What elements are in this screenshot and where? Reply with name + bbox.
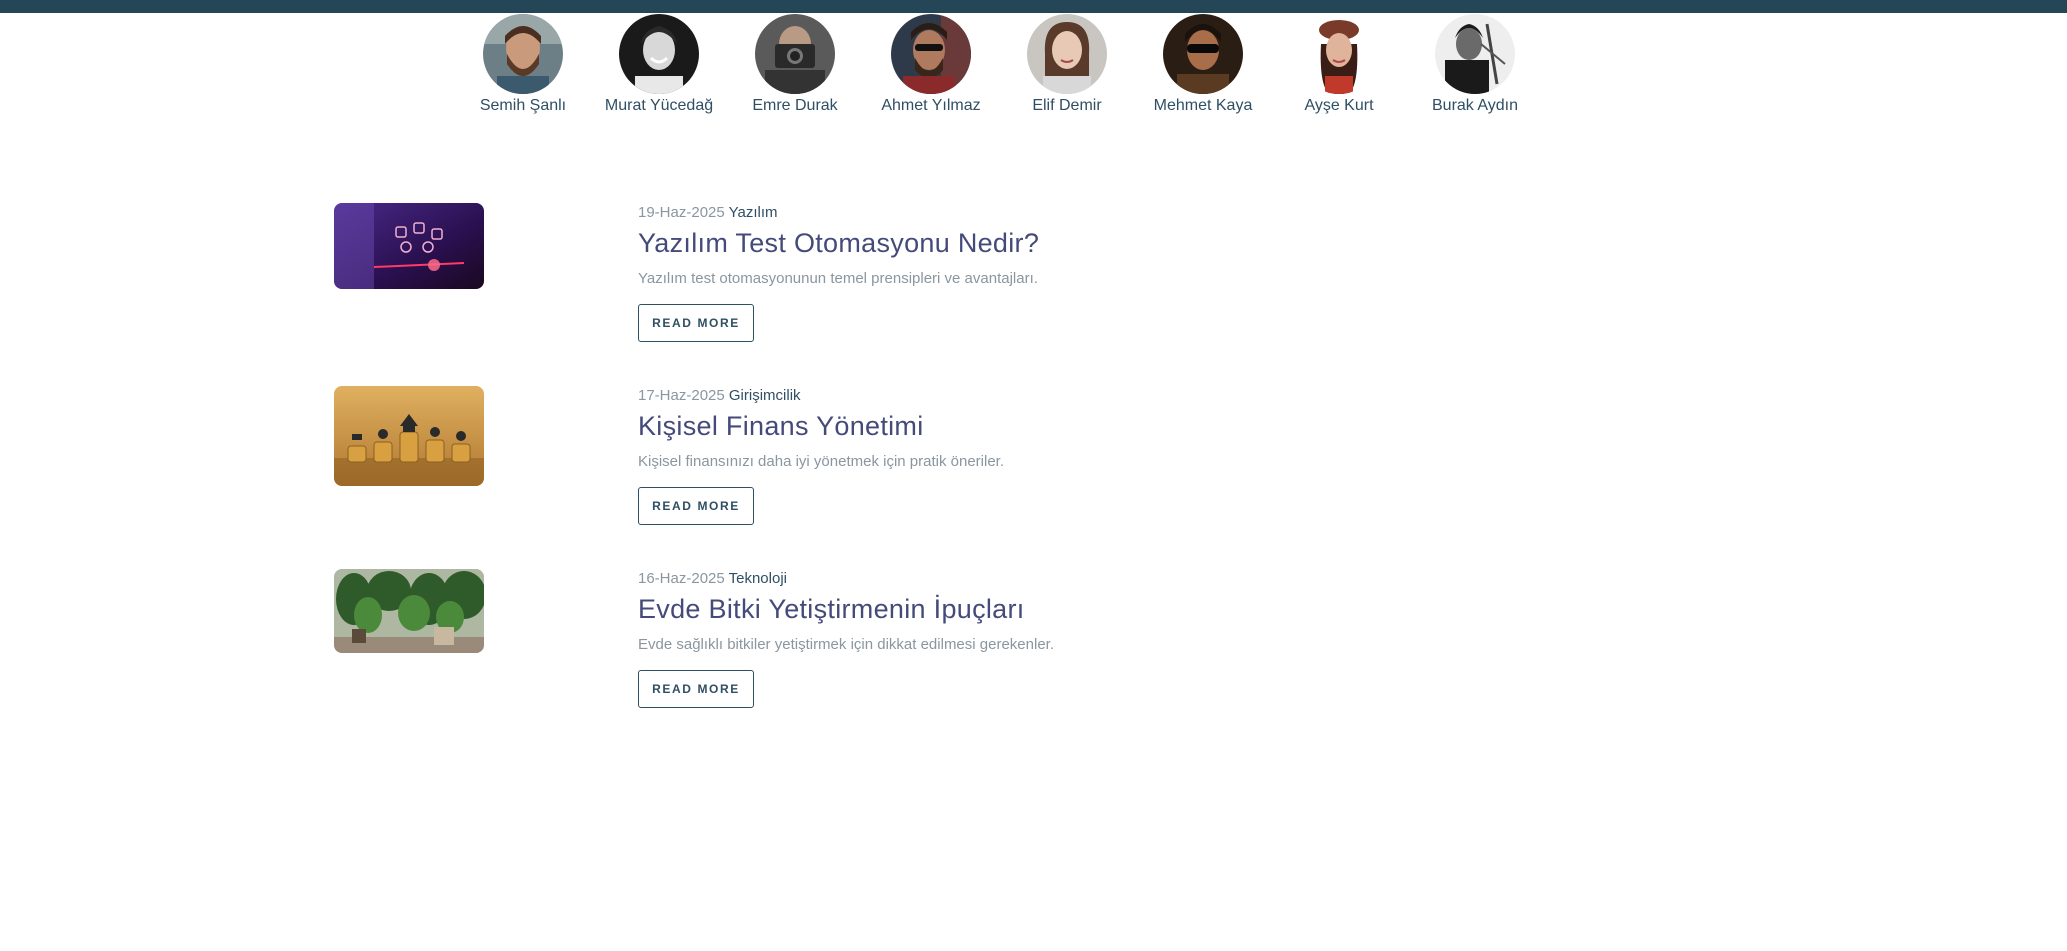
avatar[interactable]	[755, 14, 835, 94]
author-name[interactable]: Semih Şanlı	[480, 95, 566, 117]
author-item[interactable]: Ayşe Kurt	[1271, 13, 1407, 117]
avatar[interactable]	[1299, 14, 1379, 94]
post-content: 16-Haz-2025 Teknoloji Evde Bitki Yetişti…	[638, 569, 1338, 708]
avatar[interactable]	[1027, 14, 1107, 94]
author-name[interactable]: Mehmet Kaya	[1154, 95, 1253, 117]
post-category[interactable]: Girişimcilik	[729, 387, 801, 404]
author-item[interactable]: Burak Aydın	[1407, 13, 1543, 117]
author-item[interactable]: Semih Şanlı	[455, 13, 591, 117]
read-more-button[interactable]: Read More	[638, 487, 754, 525]
author-item[interactable]: Ahmet Yılmaz	[863, 13, 999, 117]
post-category[interactable]: Yazılım	[729, 204, 778, 221]
post-date: 16-Haz-2025	[638, 570, 725, 587]
post-excerpt: Yazılım test otomasyonunun temel prensip…	[638, 270, 1038, 287]
top-bar	[0, 0, 2067, 13]
post-date: 17-Haz-2025	[638, 387, 725, 404]
avatar[interactable]	[1435, 14, 1515, 94]
post-content: 17-Haz-2025 Girişimcilik Kişisel Finans …	[638, 386, 1338, 525]
author-name[interactable]: Burak Aydın	[1432, 95, 1518, 117]
author-name[interactable]: Emre Durak	[752, 95, 837, 117]
post-meta: 17-Haz-2025 Girişimcilik	[638, 386, 1338, 406]
post-excerpt: Evde sağlıklı bitkiler yetiştirmek için …	[638, 636, 1054, 653]
post-title[interactable]: Kişisel Finans Yönetimi	[638, 408, 1338, 444]
author-name[interactable]: Ayşe Kurt	[1304, 95, 1373, 117]
post-title[interactable]: Yazılım Test Otomasyonu Nedir?	[638, 225, 1338, 261]
post-date: 19-Haz-2025	[638, 204, 725, 221]
avatar[interactable]	[891, 14, 971, 94]
post-image[interactable]	[334, 569, 484, 653]
author-item[interactable]: Emre Durak	[727, 13, 863, 117]
post-excerpt: Kişisel finansınızı daha iyi yönetmek iç…	[638, 453, 1005, 470]
avatar[interactable]	[619, 14, 699, 94]
author-item[interactable]: Mehmet Kaya	[1135, 13, 1271, 117]
read-more-button[interactable]: Read More	[638, 670, 754, 708]
post-meta: 19-Haz-2025 Yazılım	[638, 203, 1338, 223]
author-name[interactable]: Ahmet Yılmaz	[881, 95, 980, 117]
author-item[interactable]: Murat Yücedağ	[591, 13, 727, 117]
post-meta: 16-Haz-2025 Teknoloji	[638, 569, 1338, 589]
author-item[interactable]: Elif Demir	[999, 13, 1135, 117]
avatar[interactable]	[483, 14, 563, 94]
post-category[interactable]: Teknoloji	[729, 570, 787, 587]
post-title[interactable]: Evde Bitki Yetiştirmenin İpuçları	[638, 591, 1338, 627]
avatar[interactable]	[1163, 14, 1243, 94]
post-image[interactable]	[334, 386, 484, 486]
author-list: Semih Şanlı Murat Yücedağ Emre Durak Ahm…	[455, 13, 1543, 117]
post-content: 19-Haz-2025 Yazılım Yazılım Test Otomasy…	[638, 203, 1338, 342]
author-name[interactable]: Murat Yücedağ	[605, 95, 713, 117]
author-name[interactable]: Elif Demir	[1032, 95, 1101, 117]
read-more-button[interactable]: Read More	[638, 304, 754, 342]
post-image[interactable]	[334, 203, 484, 289]
